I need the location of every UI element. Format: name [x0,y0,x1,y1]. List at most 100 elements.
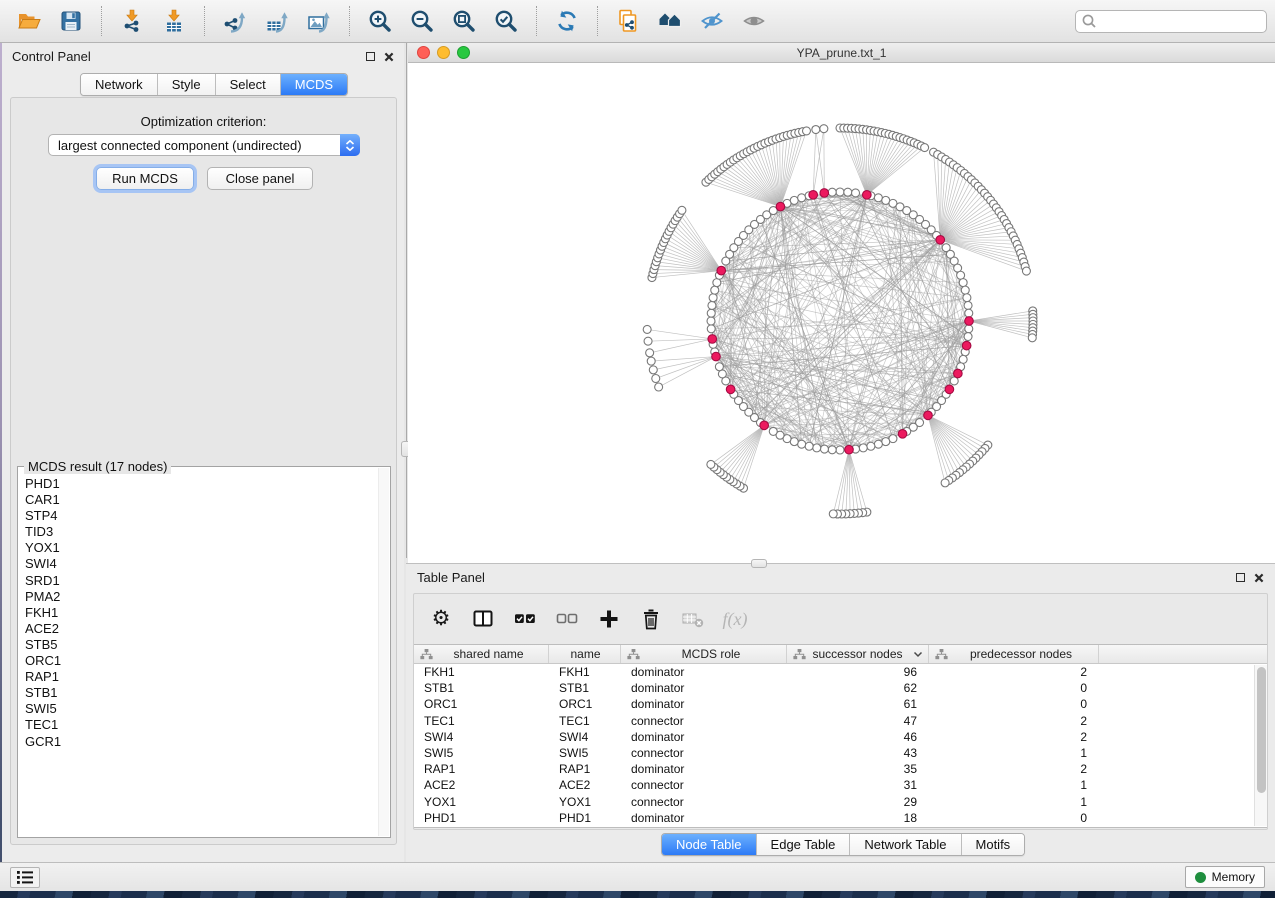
optimization-criterion-select[interactable]: largest connected component (undirected) [48,134,360,156]
mcds-hub-node [809,191,818,200]
window-maximize-icon[interactable] [457,46,470,59]
table-row[interactable]: FKH1FKH1dominator962 [414,664,1267,680]
table-settings-button[interactable]: ⚙ [428,606,454,632]
mcds-node-item[interactable]: SWI5 [25,701,390,717]
float-panel-icon[interactable] [366,52,375,61]
deselect-all-button[interactable] [554,606,580,632]
share-document-button[interactable] [607,3,649,39]
tab-edge-table[interactable]: Edge Table [757,834,851,855]
mcds-panel: Optimization criterion: largest connecte… [10,97,397,845]
mcds-node-item[interactable]: STB5 [25,637,390,653]
refresh-button[interactable] [546,3,588,39]
import-table-button[interactable] [153,3,195,39]
open-file-button[interactable] [8,3,50,39]
column-layout-button[interactable] [470,606,496,632]
column-header-shared-name[interactable]: shared name [414,645,549,663]
table-row[interactable]: PHD1PHD1dominator180 [414,810,1267,826]
close-panel-icon[interactable] [384,52,394,62]
zoom-fit-button[interactable] [443,3,485,39]
task-history-button[interactable] [10,867,40,888]
columns-icon [472,608,494,630]
mcds-node-item[interactable]: SWI4 [25,556,390,572]
network-node [812,126,820,134]
column-header-successor-nodes[interactable]: successor nodes [787,645,929,663]
mcds-node-item[interactable]: YOX1 [25,540,390,556]
column-header-MCDS-role[interactable]: MCDS role [621,645,787,663]
network-window: YPA_prune.txt_1 [408,43,1275,563]
tab-network[interactable]: Network [81,74,158,95]
table-row[interactable]: YOX1YOX1connector291 [414,794,1267,810]
table-row[interactable]: TEC1TEC1connector472 [414,713,1267,729]
table-row[interactable]: ORC1ORC1dominator610 [414,696,1267,712]
delete-column-button[interactable] [638,606,664,632]
mcds-node-item[interactable]: ORC1 [25,653,390,669]
mcds-node-item[interactable]: STB1 [25,685,390,701]
network-node [941,479,949,487]
add-column-button[interactable] [596,606,622,632]
export-image-button[interactable] [298,3,340,39]
scrollbar-thumb[interactable] [1257,667,1266,793]
tab-select[interactable]: Select [216,74,281,95]
network-node [709,294,717,302]
tab-style[interactable]: Style [158,74,216,95]
function-builder-button[interactable]: f(x) [722,606,748,632]
select-stepper-icon [340,134,360,156]
table-row[interactable]: ACE2ACE2connector311 [414,777,1267,793]
mcds-node-item[interactable]: RAP1 [25,669,390,685]
tab-node-table[interactable]: Node Table [662,834,757,855]
memory-button[interactable]: Memory [1185,866,1265,888]
run-mcds-button[interactable]: Run MCDS [96,167,194,190]
mcds-node-item[interactable]: STP4 [25,508,390,524]
mcds-node-item[interactable]: ACE2 [25,621,390,637]
tab-motifs[interactable]: Motifs [962,834,1025,855]
show-details-button[interactable] [733,3,775,39]
mcds-node-item[interactable]: PHD1 [25,476,390,492]
delete-table-button[interactable] [680,606,706,632]
zoom-selected-button[interactable] [485,3,527,39]
home-networks-button[interactable] [649,3,691,39]
toolbar-separator [536,6,537,36]
zoom-in-icon [367,8,393,34]
mcds-node-item[interactable]: TEC1 [25,717,390,733]
select-all-icon [514,608,536,630]
save-session-button[interactable] [50,3,92,39]
toolbar-separator [101,6,102,36]
float-panel-icon[interactable] [1236,573,1245,582]
close-panel-button[interactable]: Close panel [207,167,313,190]
column-header-name[interactable]: name [549,645,621,663]
zoom-out-button[interactable] [401,3,443,39]
mcds-node-item[interactable]: TID3 [25,524,390,540]
window-minimize-icon[interactable] [437,46,450,59]
search-input[interactable] [1097,13,1261,29]
export-table-button[interactable] [256,3,298,39]
table-row[interactable]: RAP1RAP1dominator352 [414,761,1267,777]
table-row[interactable]: SWI5SWI5connector431 [414,745,1267,761]
cell: 29 [787,795,929,809]
table-row[interactable]: SWI4SWI4dominator462 [414,729,1267,745]
tab-mcds[interactable]: MCDS [281,74,347,95]
close-panel-icon[interactable] [1254,573,1264,583]
mcds-node-item[interactable]: SRD1 [25,573,390,589]
cell: STB1 [549,681,621,695]
mcds-node-item[interactable]: CAR1 [25,492,390,508]
network-canvas[interactable] [408,63,1275,563]
cell: YOX1 [549,795,621,809]
table-row[interactable]: STB1STB1dominator620 [414,680,1267,696]
column-header-predecessor-nodes[interactable]: predecessor nodes [929,645,1099,663]
table-scrollbar[interactable] [1254,665,1267,826]
mcds-node-item[interactable]: PMA2 [25,589,390,605]
tab-network-table[interactable]: Network Table [850,834,961,855]
mcds-node-item[interactable]: FKH1 [25,605,390,621]
window-close-icon[interactable] [417,46,430,59]
mcds-list-scrollbar[interactable] [378,468,389,836]
network-node [1028,334,1036,342]
hide-details-button[interactable] [691,3,733,39]
zoom-in-button[interactable] [359,3,401,39]
select-all-button[interactable] [512,606,538,632]
import-network-button[interactable] [111,3,153,39]
network-node [852,189,860,197]
export-network-button[interactable] [214,3,256,39]
divider-grip-icon[interactable] [751,559,767,568]
cell: 0 [929,681,1099,695]
mcds-node-item[interactable]: GCR1 [25,734,390,750]
